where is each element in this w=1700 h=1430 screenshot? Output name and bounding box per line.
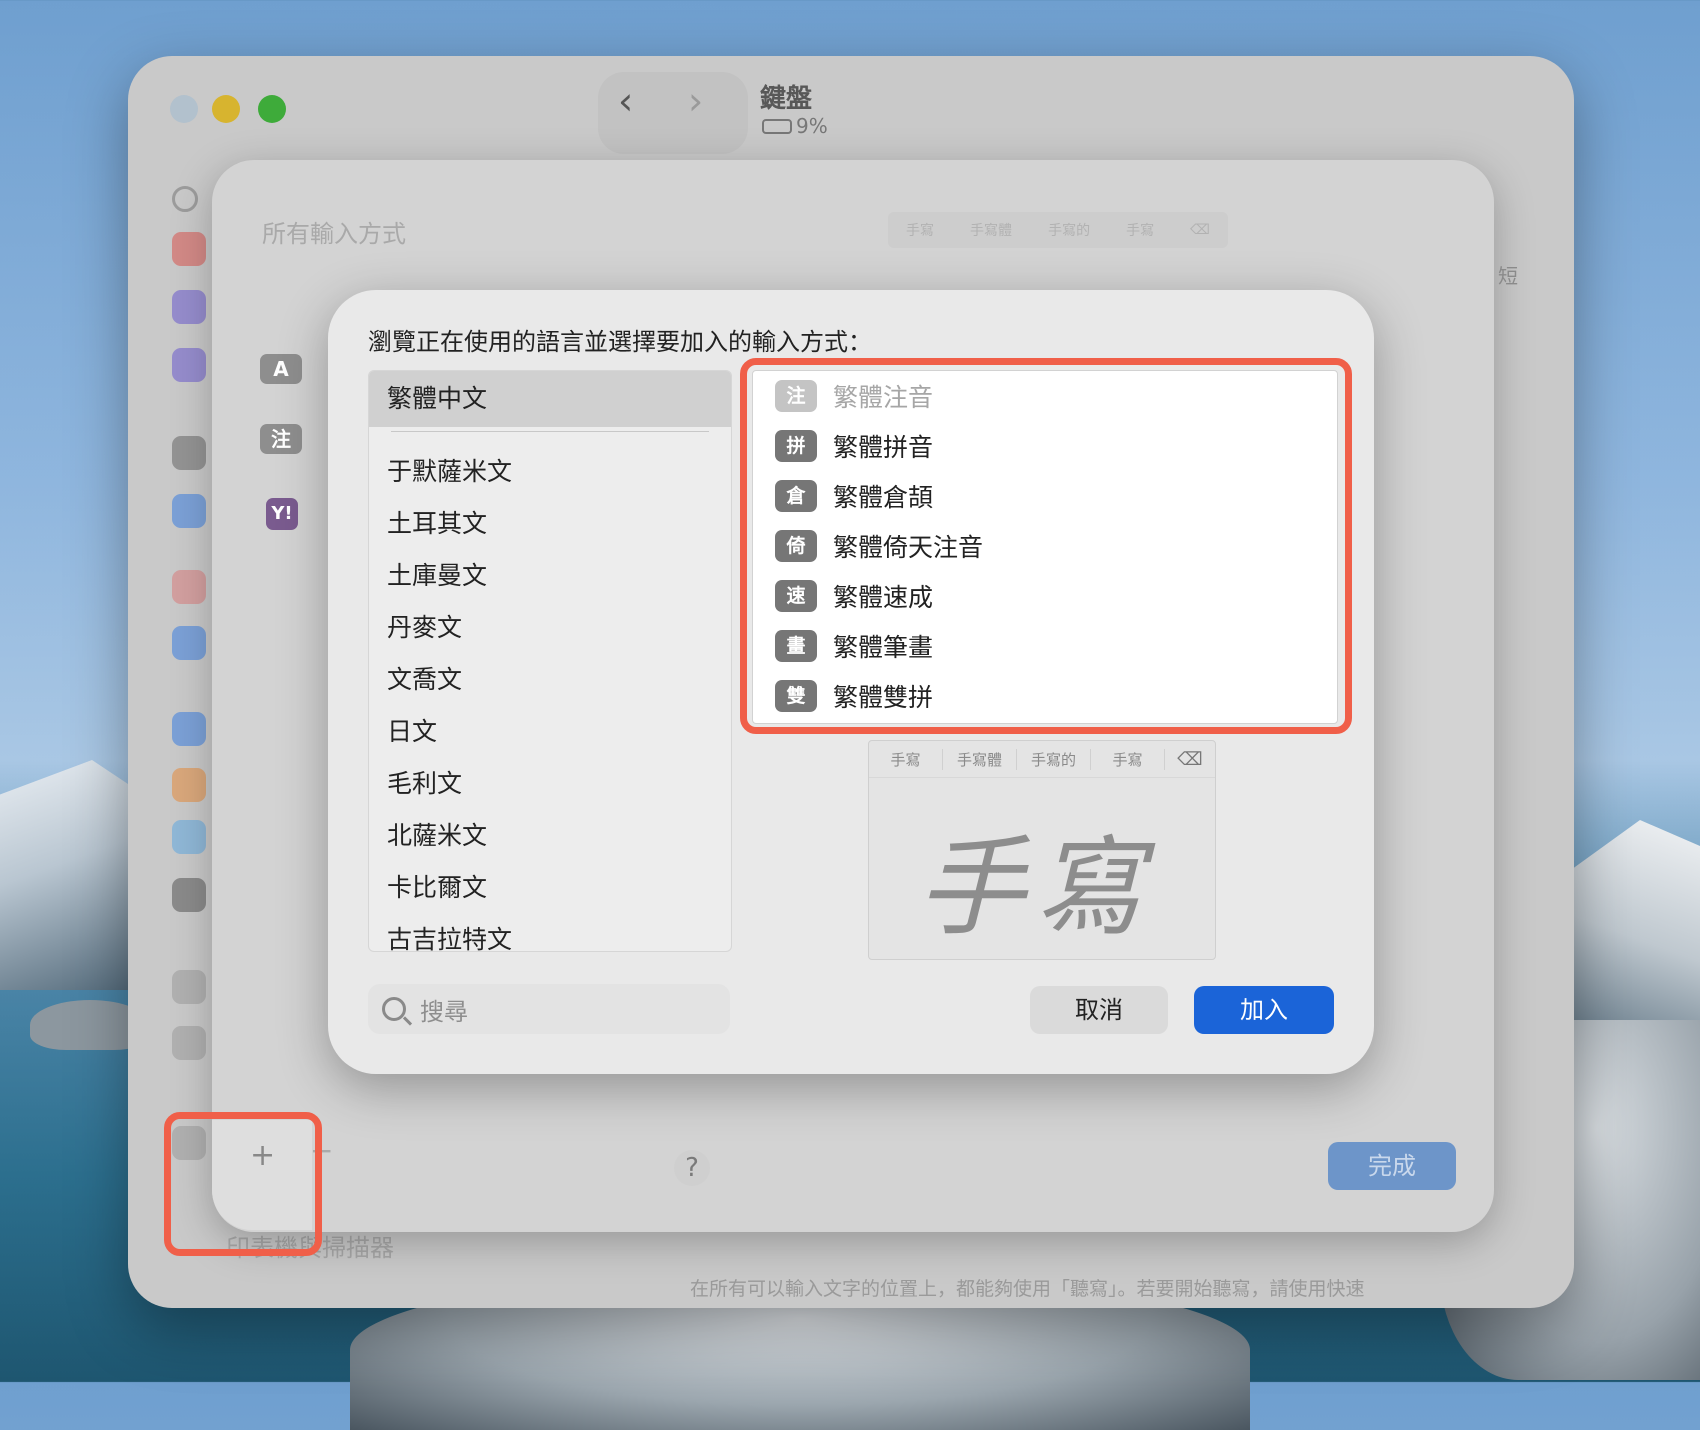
users-icon[interactable] — [172, 626, 206, 660]
cancel-button[interactable]: 取消 — [1030, 986, 1168, 1034]
help-button[interactable]: ? — [674, 1150, 710, 1186]
battery-level: 9% — [796, 114, 828, 138]
dictation-description: 在所有可以輸入文字的位置上，都能夠使用「聽寫」。若要開始聽寫，請使用快速 — [690, 1278, 1365, 1300]
search-field[interactable]: 搜尋 — [368, 984, 730, 1034]
preview-candidate: 手寫 — [1091, 748, 1165, 770]
delete-icon: ⌫ — [1190, 222, 1210, 238]
search-icon[interactable] — [172, 186, 198, 212]
language-item-selected[interactable]: 繁體中文 — [369, 371, 731, 427]
language-item[interactable]: 丹麥文 — [369, 602, 731, 654]
internet-accounts-icon[interactable] — [172, 712, 206, 746]
language-item[interactable]: 卡比爾文 — [369, 862, 731, 914]
window-title: 鍵盤 — [760, 84, 813, 114]
language-item[interactable]: 日文 — [369, 706, 731, 758]
minimize-window-button[interactable] — [212, 95, 240, 123]
privacy-hand-icon[interactable] — [172, 494, 206, 528]
handwriting-sample: 手寫 — [917, 826, 1154, 951]
language-item[interactable]: 毛利文 — [369, 758, 731, 810]
language-item[interactable]: 土庫曼文 — [369, 550, 731, 602]
shortcut-label: 短 — [1498, 264, 1518, 288]
language-list[interactable]: 繁體中文 于默薩米文 土耳其文 土庫曼文 丹麥文 文喬文 日文 毛利文 北薩米文… — [368, 370, 732, 952]
language-item[interactable]: 古吉拉特文 — [369, 914, 731, 951]
done-button[interactable]: 完成 — [1328, 1142, 1456, 1190]
language-item[interactable]: 文喬文 — [369, 654, 731, 706]
icloud-icon[interactable] — [172, 820, 206, 854]
method-list-highlight — [740, 358, 1352, 734]
language-item[interactable]: 于默薩米文 — [369, 446, 731, 498]
game-center-icon[interactable] — [172, 768, 206, 802]
focus-moon-icon[interactable] — [172, 290, 206, 324]
battery-status: 9% — [762, 114, 828, 138]
abc-input-icon: A — [260, 354, 302, 384]
sheet-title: 所有輸入方式 — [262, 220, 406, 248]
preview-candidate-strip: 手寫 手寫體 手寫的 手寫 ⌫ — [869, 741, 1215, 778]
search-placeholder: 搜尋 — [420, 997, 468, 1026]
language-item[interactable]: 北薩米文 — [369, 810, 731, 862]
sheet-handwriting-strip: 手寫 手寫體 手寫的 手寫 ⌫ — [888, 212, 1228, 248]
preview-candidate: 手寫的 — [1017, 748, 1091, 770]
preview-candidate: 手寫體 — [943, 748, 1017, 770]
search-icon — [382, 997, 406, 1021]
plus-button-highlight — [164, 1112, 322, 1256]
keyboard-icon[interactable] — [172, 970, 206, 1004]
lock-icon[interactable] — [172, 436, 206, 470]
handwriting-preview: 手寫 手寫體 手寫的 手寫 ⌫ 手寫 — [868, 740, 1216, 960]
wallet-icon[interactable] — [172, 878, 206, 912]
yahoo-input-icon: Y! — [266, 498, 298, 530]
language-item[interactable]: 土耳其文 — [369, 498, 731, 550]
back-chevron-icon[interactable]: ‹ — [618, 82, 633, 120]
add-button[interactable]: 加入 — [1194, 986, 1334, 1034]
strip-candidate: 手寫 — [906, 223, 935, 239]
zhuyin-input-icon: 注 — [260, 424, 302, 454]
sound-icon[interactable] — [172, 232, 206, 266]
zoom-window-button[interactable] — [258, 95, 286, 123]
strip-candidate: 手寫體 — [970, 223, 1013, 239]
sidebar-app-icon[interactable] — [172, 570, 206, 604]
delete-icon: ⌫ — [1177, 748, 1203, 770]
forward-chevron-icon[interactable]: › — [688, 82, 703, 120]
strip-candidate: 手寫的 — [1048, 223, 1091, 239]
screen-time-icon[interactable] — [172, 348, 206, 382]
battery-icon — [762, 118, 792, 134]
language-separator — [391, 431, 709, 432]
add-input-method-dialog: 瀏覽正在使用的語言並選擇要加入的輸入方式： 繁體中文 于默薩米文 土耳其文 土庫… — [328, 290, 1374, 1074]
strip-candidate: 手寫 — [1126, 223, 1155, 239]
dialog-prompt: 瀏覽正在使用的語言並選擇要加入的輸入方式： — [368, 328, 872, 356]
preview-candidate: 手寫 — [869, 748, 943, 770]
mouse-icon[interactable] — [172, 1026, 206, 1060]
close-window-button[interactable] — [170, 95, 198, 123]
